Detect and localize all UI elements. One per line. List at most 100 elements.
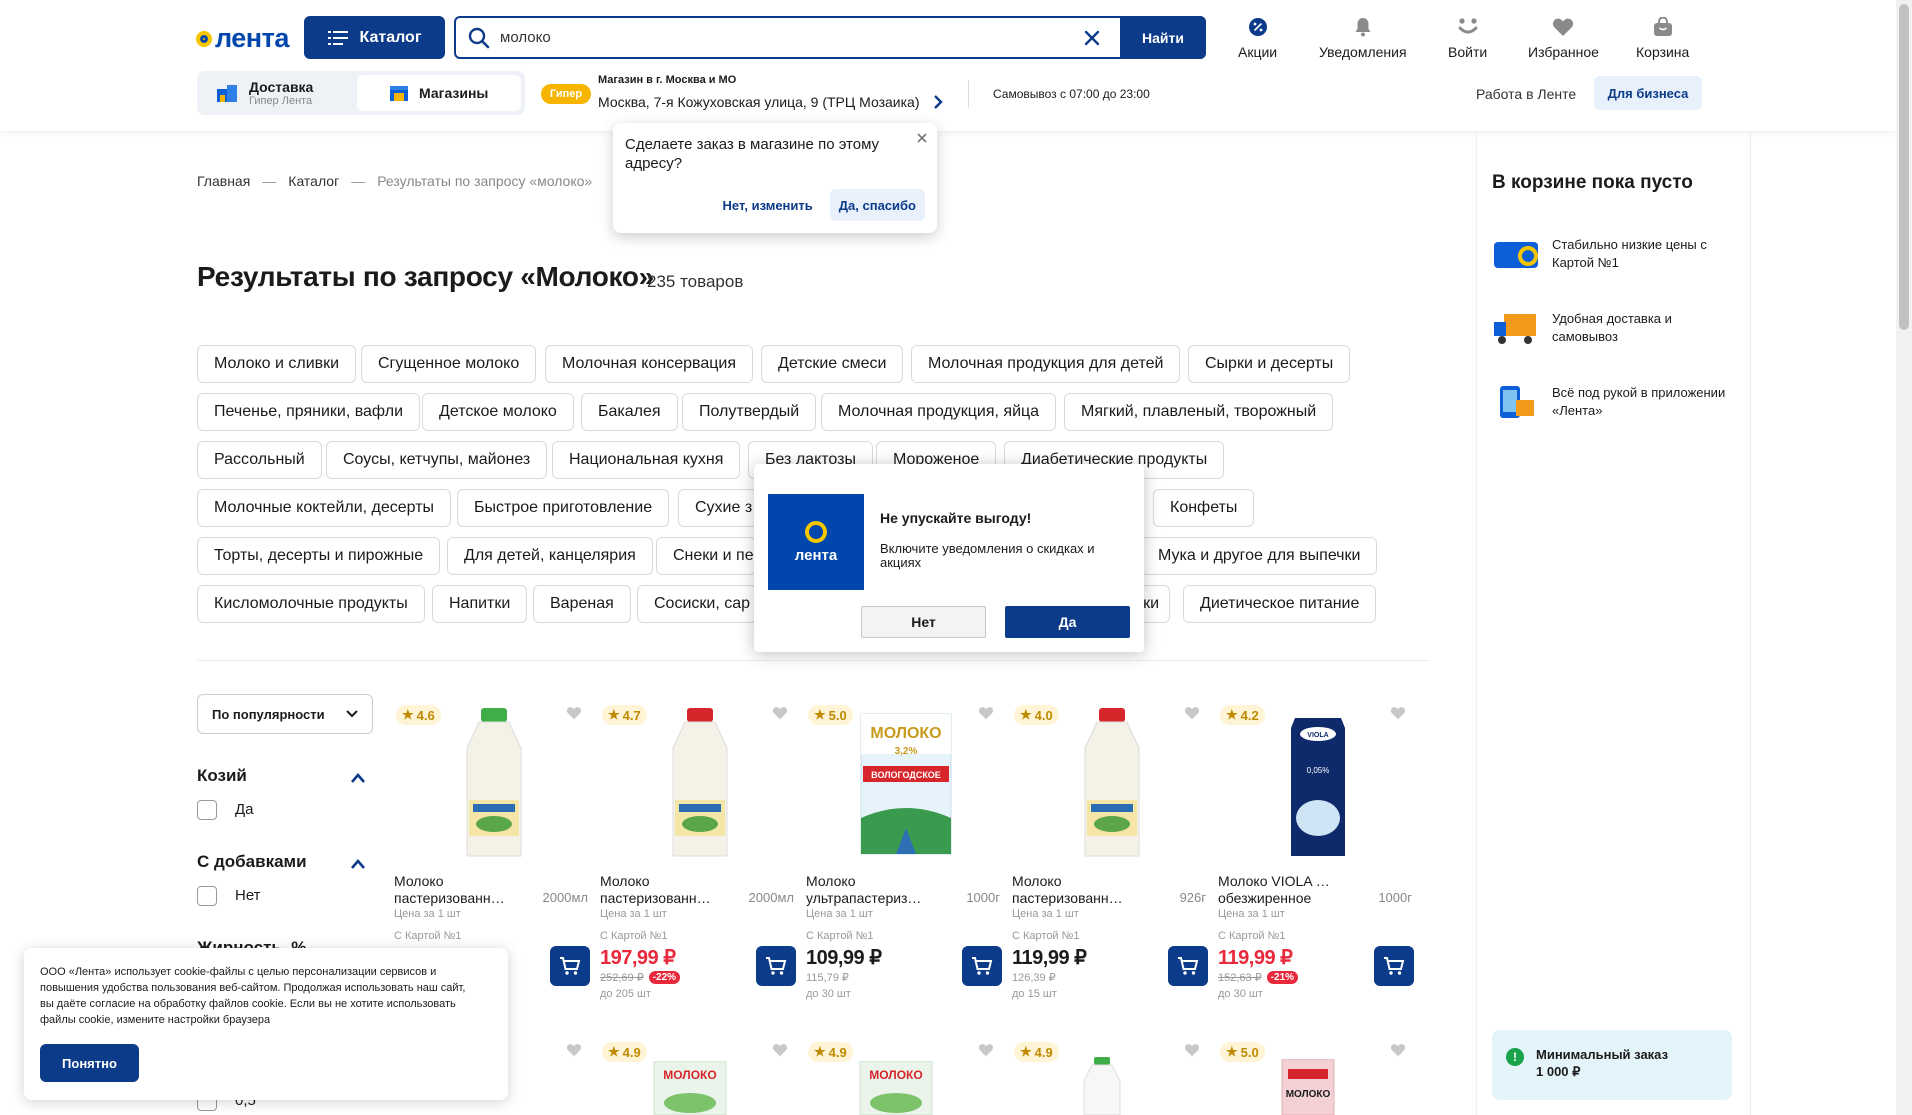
favorite-heart-icon[interactable]: [566, 1043, 582, 1057]
product-card[interactable]: ★ 4.9 МОЛОКО: [806, 1037, 1006, 1115]
filter-goat-checkbox[interactable]: [197, 800, 217, 820]
change-store-button[interactable]: Нет, изменить: [714, 189, 822, 221]
decline-notifications-button[interactable]: Нет: [861, 606, 986, 638]
section-divider: [197, 660, 1430, 661]
category-chip[interactable]: Мягкий, плавленый, творожный: [1064, 393, 1334, 431]
search-button[interactable]: Найти: [1120, 16, 1206, 59]
add-to-cart-button[interactable]: [550, 946, 590, 986]
favorite-heart-icon[interactable]: [978, 1043, 994, 1057]
cart-icon: [1384, 957, 1405, 975]
category-chip[interactable]: Напитки: [432, 585, 528, 623]
favorite-heart-icon[interactable]: [566, 706, 582, 720]
category-chip[interactable]: Кисломолочные продукты: [197, 585, 425, 623]
pickup-hours: Самовывоз с 07:00 до 23:00: [993, 87, 1150, 101]
favorite-heart-icon[interactable]: [1184, 1043, 1200, 1057]
cookie-accept-button[interactable]: Понятно: [40, 1044, 139, 1082]
delivery-building-icon: [217, 85, 237, 102]
add-to-cart-button[interactable]: [1374, 946, 1414, 986]
close-icon[interactable]: [917, 133, 927, 143]
price: 109,99 ₽: [806, 947, 882, 969]
category-chip[interactable]: Соусы, кетчупы, майонез: [326, 441, 548, 479]
product-card[interactable]: ★ 4.0 Молоко пастеризованное… 926г Цена з…: [1012, 700, 1212, 1010]
category-chip[interactable]: Молоко и сливки: [197, 345, 357, 383]
category-chip[interactable]: Рассольный: [197, 441, 322, 479]
svg-text:МОЛОКО: МОЛОКО: [663, 1068, 716, 1082]
promo-link[interactable]: Акции: [1238, 16, 1277, 60]
product-image: [1084, 708, 1140, 857]
product-card[interactable]: ★ 4.9 МОЛОКО: [600, 1037, 800, 1115]
delivery-truck-icon: [1494, 314, 1536, 344]
svg-text:VIOLA: VIOLA: [1307, 732, 1328, 739]
favorites-link[interactable]: Избранное: [1528, 16, 1599, 60]
favorite-heart-icon[interactable]: [978, 706, 994, 720]
logo[interactable]: лента: [196, 23, 289, 54]
category-chip[interactable]: Полутвердый: [682, 393, 817, 431]
notifications-link[interactable]: Уведомления: [1319, 16, 1407, 60]
tab-delivery[interactable]: Доставка Гипер Лента: [201, 75, 353, 111]
add-to-cart-button[interactable]: [756, 946, 796, 986]
category-chip[interactable]: Диетическое питание: [1183, 585, 1377, 623]
category-chip[interactable]: Вареная: [533, 585, 631, 623]
category-chip[interactable]: Национальная кухня: [552, 441, 741, 479]
product-card[interactable]: ★ 4.7 Молоко пастеризованн… 2000мл Цена з…: [600, 700, 800, 1010]
category-chip[interactable]: Конфеты: [1153, 489, 1255, 527]
clear-icon[interactable]: [1084, 30, 1100, 46]
category-chip[interactable]: Молочные коктейли, десерты: [197, 489, 452, 527]
breadcrumb-catalog[interactable]: Каталог: [288, 173, 339, 189]
category-chip[interactable]: Сухие з: [678, 489, 758, 527]
exclamation-icon: !: [1506, 1048, 1524, 1066]
scrollbar-thumb[interactable]: [1899, 4, 1909, 330]
catalog-button[interactable]: Каталог: [304, 16, 445, 59]
cart-link[interactable]: Корзина: [1636, 16, 1689, 60]
tab-stores[interactable]: Магазины: [357, 75, 521, 111]
chevron-up-icon[interactable]: [350, 770, 366, 786]
chevron-up-icon[interactable]: [350, 856, 366, 872]
category-chip[interactable]: Детские смеси: [761, 345, 904, 383]
add-to-cart-button[interactable]: [1168, 946, 1208, 986]
favorite-heart-icon[interactable]: [772, 706, 788, 720]
category-chip[interactable]: Для детей, канцелярия: [447, 537, 653, 575]
star-icon: ★: [814, 707, 826, 722]
store-address[interactable]: Москва, 7-я Кожуховская улица, 9 (ТРЦ Мо…: [598, 94, 944, 110]
store-confirm-tooltip: Сделаете заказ в магазине по этому адрес…: [613, 123, 937, 233]
category-chip[interactable]: Молочная продукция, яйца: [821, 393, 1057, 431]
confirm-store-button[interactable]: Да, спасибо: [829, 189, 925, 221]
breadcrumb-home[interactable]: Главная: [197, 173, 250, 189]
category-chip[interactable]: Торты, десерты и пирожные: [197, 537, 441, 575]
accept-notifications-button[interactable]: Да: [1005, 606, 1130, 638]
product-card[interactable]: ★ 5.0 МОЛОКО 3,2% ВОЛОГОДСКОЕ Молоко ультра…: [806, 700, 1006, 1010]
category-chip[interactable]: Быстрое приготовление: [457, 489, 670, 527]
old-price: 115,79 ₽: [806, 972, 849, 984]
category-chip[interactable]: Молочная продукция для детей: [911, 345, 1181, 383]
product-card[interactable]: ★ 5.0 МОЛОКО: [1218, 1037, 1418, 1115]
store-type-badge: Гипер: [541, 84, 591, 104]
perk-item: Всё под рукой в приложении «Лента»: [1492, 382, 1732, 422]
add-to-cart-button[interactable]: [962, 946, 1002, 986]
business-button[interactable]: Для бизнеса: [1594, 76, 1702, 110]
category-chip[interactable]: Снеки и пе: [656, 537, 756, 575]
star-icon: ★: [1020, 707, 1032, 722]
category-chip[interactable]: Сгущенное молоко: [361, 345, 537, 383]
product-card[interactable]: ★ 4.9: [1012, 1037, 1212, 1115]
breadcrumb-current: Результаты по запросу «молоко»: [377, 173, 593, 189]
cart-icon: [1178, 957, 1199, 975]
category-chip[interactable]: Детское молоко: [422, 393, 574, 431]
work-link[interactable]: Работа в Ленте: [1476, 86, 1576, 102]
login-link[interactable]: Войти: [1448, 16, 1487, 60]
search-input[interactable]: [490, 19, 1084, 56]
category-chip[interactable]: Бакалея: [581, 393, 678, 431]
favorite-heart-icon[interactable]: [1184, 706, 1200, 720]
cart-sidebar: [1476, 131, 1751, 1115]
category-chip[interactable]: Мука и другое для выпечки: [1141, 537, 1378, 575]
filter-additives-checkbox[interactable]: [197, 886, 217, 906]
favorite-heart-icon[interactable]: [1390, 1043, 1406, 1057]
old-price: 126,39 ₽: [1012, 972, 1056, 984]
category-chip[interactable]: Молочная консервация: [545, 345, 753, 383]
favorite-heart-icon[interactable]: [772, 1043, 788, 1057]
category-chip[interactable]: Печенье, пряники, вафли: [197, 393, 421, 431]
product-card[interactable]: ★ 4.2 VIOLA 0,05% Молоко VIOLA UHT обезжир…: [1218, 700, 1418, 1010]
sort-select[interactable]: По популярности: [197, 694, 373, 734]
category-chip[interactable]: Сырки и десерты: [1188, 345, 1351, 383]
category-chip[interactable]: Сосиски, сар: [637, 585, 757, 623]
favorite-heart-icon[interactable]: [1390, 706, 1406, 720]
